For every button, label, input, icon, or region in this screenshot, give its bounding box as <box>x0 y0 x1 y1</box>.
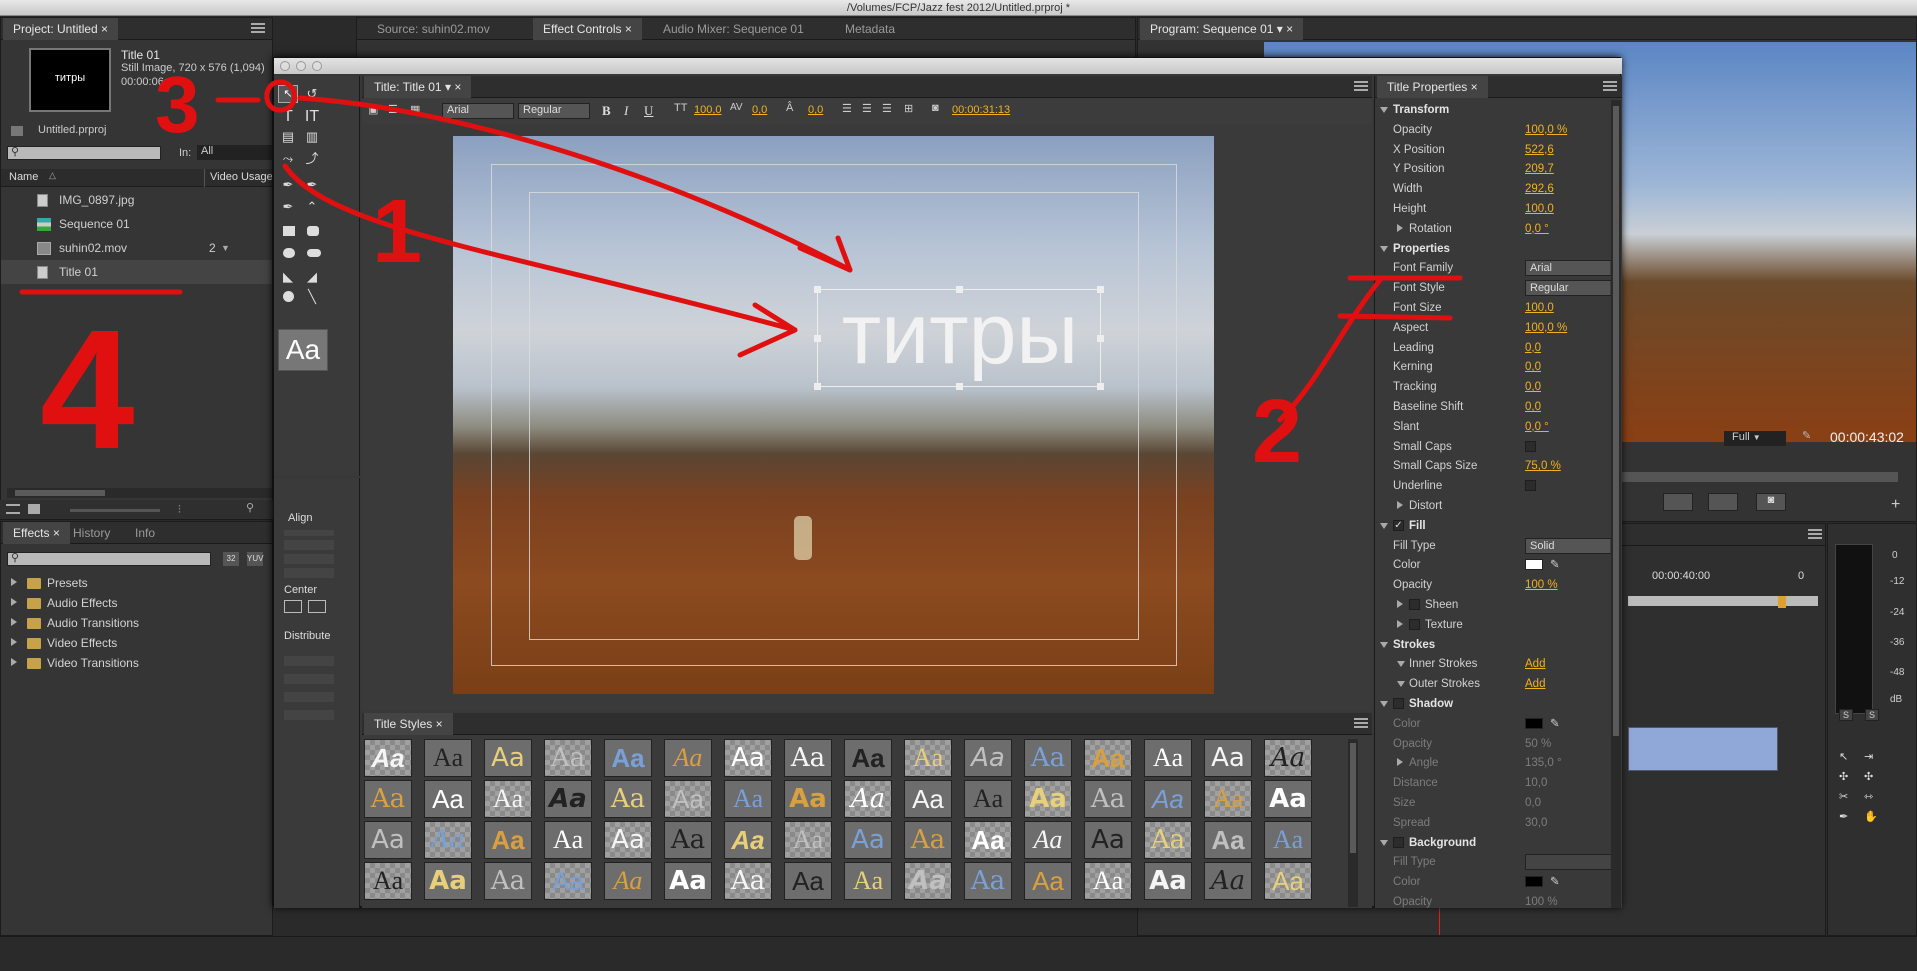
annotation-label-4: 4 <box>40 295 135 485</box>
annotation-arrowhead <box>797 235 853 273</box>
annotation-label-3: 3 <box>155 60 200 149</box>
annotation-overlay: 1 2 3 4 <box>19 60 1463 485</box>
annotation-arrow <box>282 163 798 333</box>
annotation-circle <box>264 79 297 113</box>
annotation-label-2: 2 <box>1252 382 1302 482</box>
annotation-label-1: 1 <box>372 182 422 282</box>
